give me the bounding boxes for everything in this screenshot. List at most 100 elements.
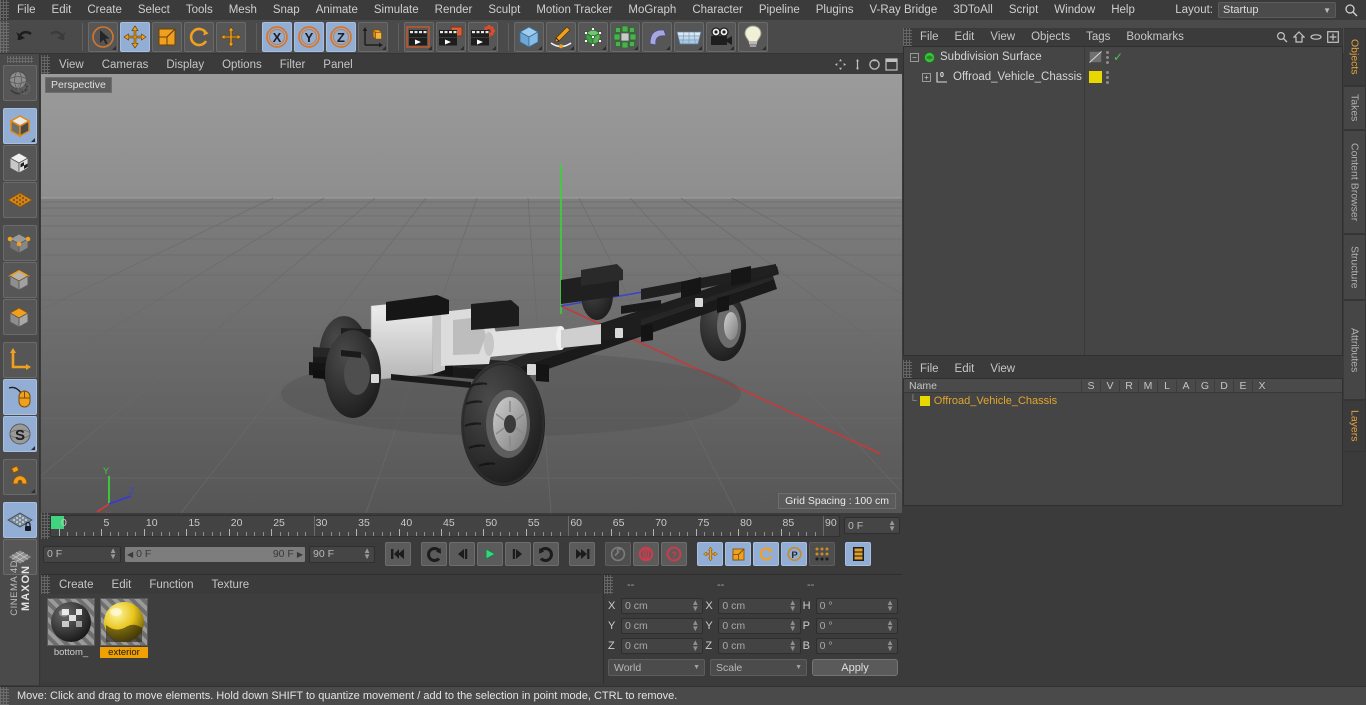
toolbar-gripper[interactable] bbox=[0, 20, 9, 53]
viewport-menu-options[interactable]: Options bbox=[213, 59, 271, 71]
menu-item-tools[interactable]: Tools bbox=[178, 0, 221, 20]
render-region-icon[interactable] bbox=[436, 21, 466, 52]
status-gripper[interactable] bbox=[0, 686, 9, 705]
coordinate-field-position-z[interactable]: 0 cm ▲ ▼ bbox=[621, 638, 704, 654]
vertical-tab-takes[interactable]: Takes bbox=[1344, 86, 1366, 130]
layer-column-s[interactable]: S bbox=[1081, 379, 1100, 392]
layer-column-x[interactable]: X bbox=[1252, 379, 1271, 392]
layer-column-a[interactable]: A bbox=[1176, 379, 1195, 392]
search-icon[interactable] bbox=[1276, 31, 1288, 43]
previous-key-icon[interactable] bbox=[421, 542, 447, 566]
menu-item-3dtoall[interactable]: 3DToAll bbox=[945, 0, 1001, 20]
subdivision-tag-icon[interactable] bbox=[1089, 51, 1102, 63]
cloner-mograph-icon[interactable] bbox=[610, 21, 640, 52]
coordinate-field-position-y[interactable]: 0 cm ▲ ▼ bbox=[621, 618, 704, 634]
menu-item-window[interactable]: Window bbox=[1046, 0, 1103, 20]
light-icon[interactable] bbox=[738, 21, 768, 52]
polygons-mode-icon[interactable] bbox=[2, 299, 37, 335]
maximize-view-icon[interactable] bbox=[885, 58, 898, 71]
scale-icon[interactable] bbox=[152, 21, 182, 52]
layer-menu-view[interactable]: View bbox=[982, 363, 1023, 375]
menu-item-help[interactable]: Help bbox=[1103, 0, 1143, 20]
ellipse-icon[interactable] bbox=[1310, 31, 1322, 43]
menu-item-character[interactable]: Character bbox=[684, 0, 751, 20]
timeline-gripper[interactable] bbox=[41, 513, 50, 539]
layer-menu-edit[interactable]: Edit bbox=[947, 363, 983, 375]
timeline-filmstrip-icon[interactable] bbox=[845, 542, 871, 566]
layer-column-d[interactable]: D bbox=[1214, 379, 1233, 392]
layer-menu-file[interactable]: File bbox=[912, 363, 947, 375]
axis-x-icon[interactable]: X bbox=[262, 21, 292, 52]
material-menu-create[interactable]: Create bbox=[50, 579, 103, 591]
menu-item-snap[interactable]: Snap bbox=[265, 0, 308, 20]
spinner-icon[interactable]: ▲ ▼ bbox=[789, 639, 797, 653]
pan-view-icon[interactable] bbox=[834, 58, 847, 71]
viewport-gripper[interactable] bbox=[41, 55, 50, 74]
go-to-start-icon[interactable] bbox=[385, 542, 411, 566]
spinner-icon[interactable]: ▲ ▼ bbox=[789, 599, 797, 613]
viewport-menu-filter[interactable]: Filter bbox=[271, 59, 315, 71]
render-view-icon[interactable] bbox=[404, 21, 434, 52]
axis-y-icon[interactable]: Y bbox=[294, 21, 324, 52]
coordinate-mode-dropdown[interactable]: Scale ▼ bbox=[710, 659, 807, 676]
viewport-menu-display[interactable]: Display bbox=[157, 59, 213, 71]
axis-modification-icon[interactable] bbox=[2, 342, 37, 378]
bend-deformer-icon[interactable] bbox=[642, 21, 672, 52]
play-forwards-icon[interactable] bbox=[477, 542, 503, 566]
menu-item-pipeline[interactable]: Pipeline bbox=[751, 0, 808, 20]
workplane-mode-icon[interactable] bbox=[2, 182, 37, 218]
rotate-view-icon[interactable] bbox=[868, 58, 881, 71]
expand-toggle-icon[interactable]: + bbox=[922, 72, 931, 82]
menu-item-simulate[interactable]: Simulate bbox=[366, 0, 427, 20]
vertical-tab-objects[interactable]: Objects bbox=[1344, 28, 1366, 86]
undo-view-globe-icon[interactable] bbox=[2, 65, 37, 101]
next-frame-icon[interactable] bbox=[505, 542, 531, 566]
keyframe-selection-icon[interactable]: ? bbox=[661, 542, 687, 566]
next-key-icon[interactable] bbox=[533, 542, 559, 566]
object-row-subdivision-surface[interactable]: − Subdivision Surface ✓ bbox=[904, 47, 1342, 67]
viewport-menu-panel[interactable]: Panel bbox=[314, 59, 361, 71]
object-tag-area[interactable]: ✓ bbox=[1089, 50, 1123, 64]
coordinate-system-dropdown[interactable]: World ▼ bbox=[608, 659, 705, 676]
viewport-menu-cameras[interactable]: Cameras bbox=[93, 59, 158, 71]
left-toolbar-gripper[interactable] bbox=[6, 56, 33, 63]
snap-magnet-icon[interactable] bbox=[2, 459, 37, 495]
material-item[interactable]: bottom_ bbox=[47, 598, 95, 678]
timeline-ruler[interactable]: 0 5 10 15 20 25 30 35 40 45 50 55 60 65 70 75 80 85 90 bbox=[50, 515, 840, 537]
layer-manager-gripper[interactable] bbox=[903, 360, 912, 378]
material-thumbnail[interactable] bbox=[100, 598, 148, 646]
coordinate-field-rotation-h[interactable]: 0 ° ▲ ▼ bbox=[815, 598, 898, 614]
end-frame-field[interactable]: 90 F ▲ ▼ bbox=[309, 545, 375, 563]
menu-item-animate[interactable]: Animate bbox=[308, 0, 366, 20]
vertical-tab-attributes[interactable]: Attributes bbox=[1344, 300, 1366, 400]
coordinate-field-rotation-b[interactable]: 0 ° ▲ ▼ bbox=[815, 638, 898, 654]
vertical-tab-content-browser[interactable]: Content Browser bbox=[1344, 130, 1366, 234]
menu-item-script[interactable]: Script bbox=[1001, 0, 1046, 20]
array-generator-icon[interactable] bbox=[578, 21, 608, 52]
spinner-icon[interactable]: ▲ ▼ bbox=[691, 599, 699, 613]
object-tag-area[interactable] bbox=[1089, 70, 1109, 84]
go-to-end-icon[interactable] bbox=[569, 542, 595, 566]
spinner-icon[interactable]: ▲ ▼ bbox=[886, 619, 894, 633]
enabled-check-icon[interactable]: ✓ bbox=[1113, 51, 1123, 63]
menu-item-file[interactable]: File bbox=[9, 0, 44, 20]
layer-column-m[interactable]: M bbox=[1138, 379, 1157, 392]
current-frame-field[interactable]: 0 F ▲ ▼ bbox=[844, 517, 900, 534]
menu-item-v-ray-bridge[interactable]: V-Ray Bridge bbox=[861, 0, 945, 20]
object-menu-edit[interactable]: Edit bbox=[947, 31, 983, 43]
start-frame-field[interactable]: 0 F ▲ ▼ bbox=[43, 545, 121, 563]
object-row-offroad-vehicle-chassis[interactable]: + 0 Offroad_Vehicle_Chassis bbox=[904, 67, 1342, 87]
spinner-icon[interactable]: ▲ ▼ bbox=[886, 639, 894, 653]
coordinate-field-rotation-p[interactable]: 0 ° ▲ ▼ bbox=[815, 618, 898, 634]
menubar-gripper[interactable] bbox=[0, 0, 9, 20]
expand-toggle-icon[interactable]: − bbox=[910, 52, 919, 62]
undo-button[interactable] bbox=[10, 22, 40, 52]
plus-box-icon[interactable] bbox=[1327, 31, 1339, 43]
object-menu-bookmarks[interactable]: Bookmarks bbox=[1118, 31, 1192, 43]
home-icon[interactable] bbox=[1293, 31, 1305, 43]
edges-mode-icon[interactable] bbox=[2, 262, 37, 298]
record-active-objects-icon[interactable] bbox=[605, 542, 631, 566]
render-settings-icon[interactable] bbox=[468, 21, 498, 52]
redo-button[interactable] bbox=[42, 22, 72, 52]
object-menu-tags[interactable]: Tags bbox=[1078, 31, 1118, 43]
